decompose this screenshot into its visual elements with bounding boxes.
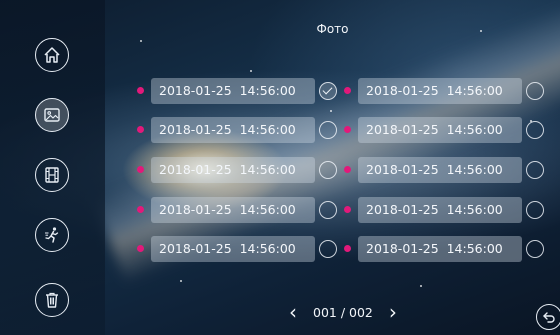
page-title: Фото	[316, 22, 349, 36]
photo-entry[interactable]: 2018-01-25 14:56:00	[151, 157, 315, 183]
photo-entry[interactable]: 2018-01-25 14:56:00	[358, 78, 522, 104]
photo-entry[interactable]: 2018-01-25 14:56:00	[358, 236, 522, 262]
photo-entry[interactable]: 2018-01-25 14:56:00	[151, 78, 315, 104]
marker-dot	[344, 87, 351, 94]
pagination: ‹ 001 / 002 ›	[283, 300, 403, 324]
sidebar	[0, 0, 105, 335]
select-checkbox[interactable]	[319, 201, 337, 219]
next-page-button[interactable]: ›	[383, 300, 403, 324]
back-icon	[543, 312, 555, 323]
trash-icon	[46, 292, 58, 308]
film-icon	[45, 167, 59, 183]
star	[140, 40, 142, 42]
photo-entry[interactable]: 2018-01-25 14:56:00	[151, 117, 315, 143]
prev-page-button[interactable]: ‹	[283, 300, 303, 324]
select-checkbox[interactable]	[319, 121, 337, 139]
home-button[interactable]	[35, 38, 69, 72]
marker-dot	[344, 126, 351, 133]
screen: Фото 2018-01-25 14:56:00 2018-01-25 14:5…	[0, 0, 560, 335]
select-checkbox[interactable]	[319, 82, 337, 100]
marker-dot	[137, 87, 144, 94]
star	[330, 110, 332, 112]
select-checkbox[interactable]	[526, 121, 544, 139]
marker-dot	[344, 166, 351, 173]
motion-icon	[45, 227, 59, 243]
star	[250, 70, 252, 72]
video-button[interactable]	[35, 158, 69, 192]
select-checkbox[interactable]	[526, 82, 544, 100]
marker-dot	[137, 166, 144, 173]
star	[420, 285, 422, 287]
star	[180, 280, 182, 282]
delete-button[interactable]	[35, 283, 69, 317]
motion-button[interactable]	[35, 218, 69, 252]
page-indicator: 001 / 002	[313, 304, 373, 320]
select-checkbox[interactable]	[526, 161, 544, 179]
photo-icon	[44, 108, 60, 122]
select-checkbox[interactable]	[526, 201, 544, 219]
marker-dot	[137, 245, 144, 252]
select-checkbox[interactable]	[526, 240, 544, 258]
photo-entry[interactable]: 2018-01-25 14:56:00	[358, 157, 522, 183]
marker-dot	[137, 126, 144, 133]
marker-dot	[344, 245, 351, 252]
back-button[interactable]	[536, 304, 560, 330]
photo-button[interactable]	[35, 98, 69, 132]
photo-entry[interactable]: 2018-01-25 14:56:00	[151, 197, 315, 223]
photo-entry[interactable]: 2018-01-25 14:56:00	[358, 197, 522, 223]
marker-dot	[137, 206, 144, 213]
home-icon	[44, 47, 60, 63]
select-checkbox[interactable]	[319, 161, 337, 179]
select-checkbox[interactable]	[319, 240, 337, 258]
marker-dot	[344, 206, 351, 213]
photo-entry[interactable]: 2018-01-25 14:56:00	[151, 236, 315, 262]
photo-entry[interactable]: 2018-01-25 14:56:00	[358, 117, 522, 143]
